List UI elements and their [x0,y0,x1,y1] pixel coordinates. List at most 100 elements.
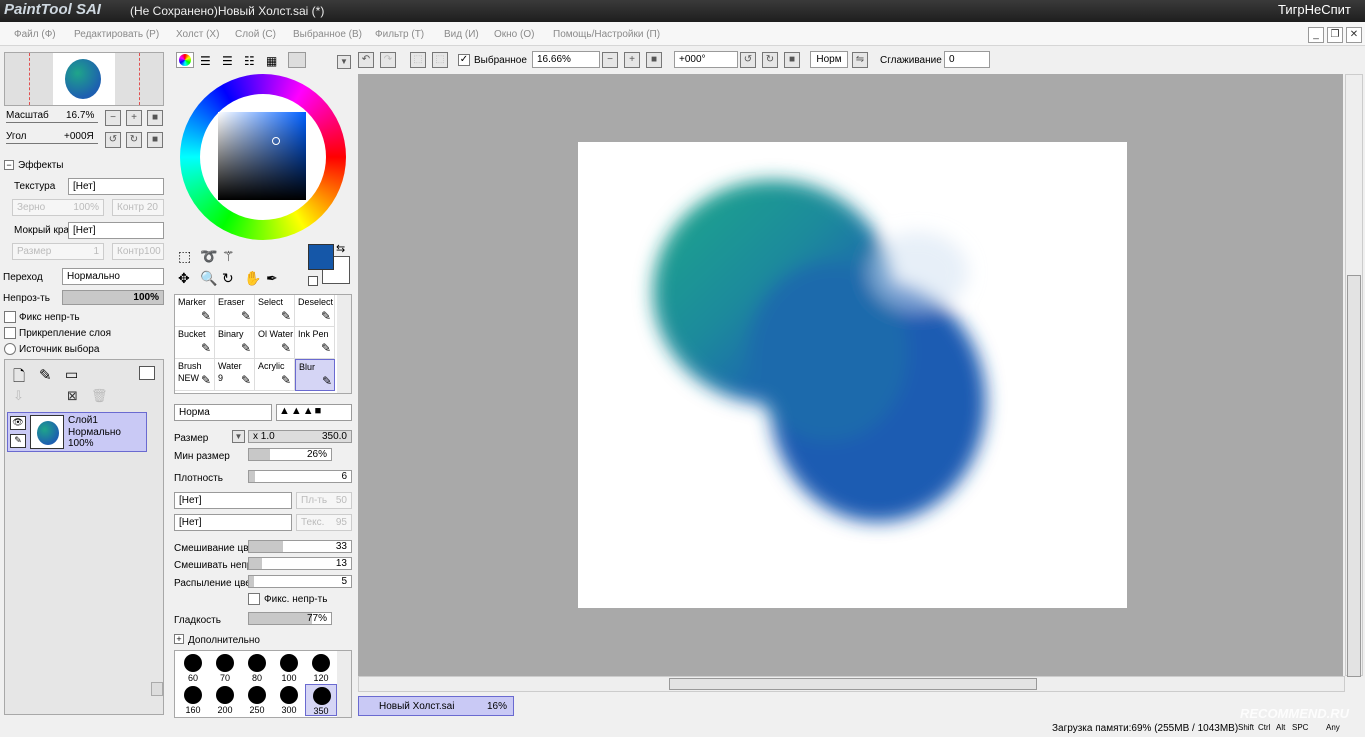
scratchpad-tab-icon[interactable] [288,52,306,68]
new-linework-icon[interactable]: ✎ [39,366,52,384]
minimize-button[interactable]: _ [1308,27,1324,43]
brush-mode-select[interactable]: Норма [174,404,272,421]
dilution-slider[interactable]: 13 [248,557,352,570]
opacity-slider[interactable]: 100% [62,290,164,305]
move-icon[interactable]: ✥ [178,270,190,287]
selection-source-radio[interactable] [4,343,16,355]
tool-select[interactable]: Select ✎ [255,295,295,327]
brush-size-preset[interactable]: 100 [273,652,305,684]
tool-blur[interactable]: Blur ✎ [295,359,335,391]
menu-window[interactable]: Окно (О) [494,29,534,40]
zoom-select[interactable]: 16.66% [532,51,600,68]
color-picker-cursor[interactable] [272,137,280,145]
brush-size-preset[interactable]: 60 [177,652,209,684]
zoom-actual-btn[interactable]: ■ [646,52,662,68]
transparent-color-icon[interactable] [308,276,318,286]
horizontal-scrollbar[interactable] [358,676,1345,692]
smoothing-slider[interactable]: 77% [248,612,332,625]
visibility-eye-icon[interactable]: 👁 [10,416,26,430]
rotate-tool-icon[interactable]: ↻ [222,270,234,287]
document-tab[interactable]: Новый Холст.sai 16% [358,696,514,716]
zoom-tool-icon[interactable]: 🔍 [200,270,217,287]
blending-slider[interactable]: 33 [248,540,352,553]
brush-texture-select[interactable]: [Нет] [174,514,292,531]
hsv-slider-tab-icon[interactable]: ☰ [222,54,233,68]
rotate-reset-button[interactable]: ■ [147,132,163,148]
brush-size-preset[interactable]: 300 [273,684,305,716]
rotate-right-button[interactable]: ↻ [126,132,142,148]
lasso-icon[interactable]: ➰ [200,248,217,265]
wet-edge-select[interactable]: [Нет] [68,222,164,239]
advanced-expand-icon[interactable]: + [174,634,184,644]
show-selection-checkbox[interactable]: ✓ [458,54,470,66]
zoom-in-btn[interactable]: + [624,52,640,68]
eyedropper-icon[interactable]: ✒ [266,270,278,287]
lock-opacity-checkbox[interactable] [4,311,16,323]
blend-mode-select[interactable]: Нормально [62,268,164,285]
vertical-scrollbar[interactable] [1345,74,1363,677]
color-wheel-tab-icon[interactable] [176,52,194,68]
menu-view[interactable]: Вид (И) [444,29,479,40]
texture-select[interactable]: [Нет] [68,178,164,195]
hand-icon[interactable]: ✋ [244,270,261,287]
density-slider[interactable]: 6 [248,470,352,483]
brush-size-preset[interactable]: 200 [209,684,241,716]
zoom-reset-button[interactable]: ■ [147,110,163,126]
brush-size-preset[interactable]: 120 [305,652,337,684]
size-slider[interactable]: x 1.0 350.0 [248,430,352,443]
navigator-preview[interactable] [4,52,164,106]
menu-help[interactable]: Помощь/Настройки (П) [553,29,660,40]
tool-ol-water[interactable]: Ol Water ✎ [255,327,295,359]
menu-filter[interactable]: Фильтр (Т) [375,29,424,40]
tool-brush[interactable]: Brush NEW ✎ [175,359,215,391]
tool-binary[interactable]: Binary ✎ [215,327,255,359]
magic-wand-icon[interactable]: ⚚ [222,248,235,265]
size-dropdown[interactable]: ▼ [232,430,245,443]
tool-acrylic[interactable]: Acrylic ✎ [255,359,295,391]
tool-eraser[interactable]: Eraser ✎ [215,295,255,327]
swap-colors-icon[interactable]: ⇆ [336,242,345,255]
angle-select[interactable]: +000° [674,51,738,68]
flip-view-button[interactable]: ⇋ [852,52,868,68]
min-size-slider[interactable]: 26% [248,448,332,461]
menu-canvas[interactable]: Холст (Х) [176,29,219,40]
menu-selection[interactable]: Выбранное (В) [293,29,362,40]
layer-scroll-down[interactable] [151,682,163,696]
menu-edit[interactable]: Редактировать (Р) [74,29,159,40]
rotate-cw-btn[interactable]: ↻ [762,52,778,68]
persistence-slider[interactable]: 5 [248,575,352,588]
view-mode-button[interactable]: Норм [810,51,848,68]
brush-size-preset[interactable]: 350 [305,684,337,716]
zoom-out-btn[interactable]: − [602,52,618,68]
swatches-tab-icon[interactable]: ☷ [244,54,255,68]
tool-water[interactable]: Water 9 ✎ [215,359,255,391]
restore-button[interactable]: ❐ [1327,27,1343,43]
tool-bucket[interactable]: Bucket ✎ [175,327,215,359]
clip-layer-checkbox[interactable] [4,327,16,339]
effects-collapse-icon[interactable]: − [4,160,14,170]
zoom-out-button[interactable]: − [105,110,121,126]
rgb-slider-tab-icon[interactable]: ☰ [200,54,211,68]
brush-shape-select[interactable]: [Нет] [174,492,292,509]
close-button[interactable]: ✕ [1346,27,1362,43]
stabilizer-select[interactable]: 0 [944,51,990,68]
palette-tab-icon[interactable]: ▦ [266,54,277,68]
tool-marker[interactable]: Marker ✎ [175,295,215,327]
panel-menu-button[interactable]: ▼ [337,55,351,69]
layer-row[interactable]: 👁 ✎ Слой1 Нормально 100% [7,412,147,452]
brush-lock-icon[interactable]: ✎ [10,434,26,448]
saturation-value-square[interactable] [218,112,306,200]
keep-opacity-checkbox[interactable] [248,593,260,605]
merge-layer-icon[interactable]: ⊠ [67,388,78,404]
undo-button[interactable]: ↶ [358,52,374,68]
rotate-left-button[interactable]: ↺ [105,132,121,148]
primary-color-swatch[interactable] [308,244,334,270]
canvas-paper[interactable] [578,142,1127,608]
brush-size-preset[interactable]: 80 [241,652,273,684]
zoom-in-button[interactable]: + [126,110,142,126]
brush-size-preset[interactable]: 70 [209,652,241,684]
tool-ink-pen[interactable]: Ink Pen ✎ [295,327,335,359]
layer-mask-icon[interactable] [139,366,155,380]
rect-select-icon[interactable]: ⬚ [178,248,191,265]
tool-deselect[interactable]: Deselect ✎ [295,295,335,327]
